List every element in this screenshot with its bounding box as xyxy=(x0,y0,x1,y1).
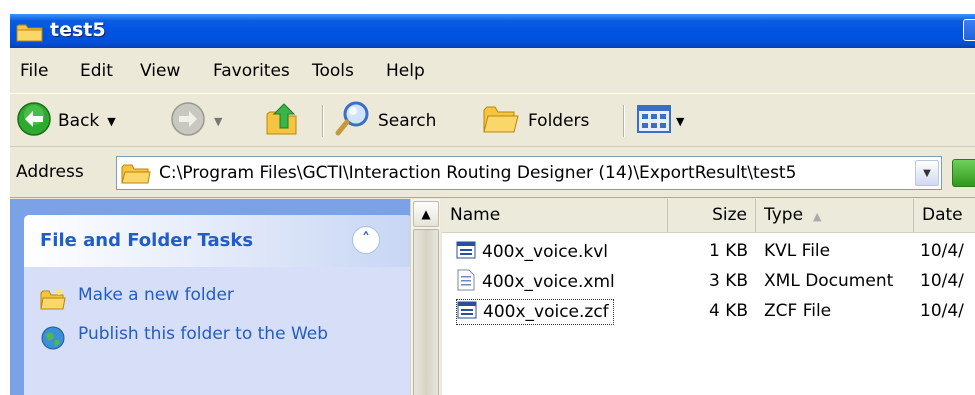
menu-file[interactable]: File xyxy=(20,61,48,81)
search-label: Search xyxy=(378,111,437,131)
xml-document-icon xyxy=(456,269,476,296)
file-name-cell[interactable]: 400x_voice.xml xyxy=(456,269,619,295)
list-item[interactable]: 400x_voice.xml 3 KB XML Document 10/4/ xyxy=(442,267,975,297)
back-button[interactable]: Back ▼ xyxy=(16,101,116,141)
address-label: Address xyxy=(16,162,84,182)
task-label: Publish this folder to the Web xyxy=(78,324,329,344)
search-button[interactable]: Search xyxy=(334,101,436,141)
sort-arrow-icon: ▲ xyxy=(813,210,822,223)
task-panel-title: File and Folder Tasks xyxy=(40,230,254,251)
menu-bar: File Edit View Favorites Tools Help xyxy=(10,48,975,94)
task-panel-header[interactable]: File and Folder Tasks ˄ xyxy=(24,215,410,267)
task-publish-to-web[interactable]: Publish this folder to the Web xyxy=(40,323,340,357)
task-pane-scrollbar[interactable]: ▲ xyxy=(410,199,440,395)
file-name-cell[interactable]: 400x_voice.zcf xyxy=(456,299,614,325)
window-title: test5 xyxy=(50,19,106,41)
task-panel: File and Folder Tasks ˄ Make a new folde… xyxy=(24,215,410,395)
new-folder-icon xyxy=(40,287,66,316)
file-size: 4 KB xyxy=(708,301,748,321)
file-size: 3 KB xyxy=(708,271,748,291)
file-name: 400x_voice.zcf xyxy=(483,302,609,322)
file-type: KVL File xyxy=(764,241,831,261)
minimize-button[interactable] xyxy=(963,19,975,41)
forward-arrow-icon xyxy=(170,101,206,142)
back-dropdown-icon[interactable]: ▼ xyxy=(107,115,115,128)
up-folder-icon xyxy=(264,100,304,143)
task-pane: File and Folder Tasks ˄ Make a new folde… xyxy=(10,199,410,395)
file-type: ZCF File xyxy=(764,301,832,321)
file-type: XML Document xyxy=(764,271,894,291)
back-arrow-icon xyxy=(16,101,52,142)
explorer-window: test5 File Edit View Favorites Tools Hel… xyxy=(10,14,975,395)
menu-tools[interactable]: Tools xyxy=(312,61,354,81)
publish-web-icon xyxy=(40,325,66,357)
file-name: 400x_voice.kvl xyxy=(482,242,609,262)
forward-button[interactable]: ▼ xyxy=(170,101,222,141)
menu-help[interactable]: Help xyxy=(386,61,425,81)
file-date: 10/4/ xyxy=(920,241,964,261)
address-input[interactable]: C:\Program Files\GCTI\Interaction Routin… xyxy=(116,156,942,190)
folders-label: Folders xyxy=(528,111,590,131)
address-bar: Address C:\Program Files\GCTI\Interactio… xyxy=(10,148,975,198)
go-button[interactable] xyxy=(952,159,975,187)
up-folder-button[interactable] xyxy=(264,101,304,141)
toolbar-separator xyxy=(322,105,324,137)
column-header-name[interactable]: Name xyxy=(442,199,668,232)
address-value: C:\Program Files\GCTI\Interaction Routin… xyxy=(159,163,797,183)
task-label: Make a new folder xyxy=(78,285,234,305)
menu-edit[interactable]: Edit xyxy=(80,61,113,81)
search-icon xyxy=(334,100,372,143)
forward-dropdown-icon[interactable]: ▼ xyxy=(214,115,222,128)
file-window-icon xyxy=(456,240,476,265)
file-date: 10/4/ xyxy=(920,301,964,321)
folder-icon xyxy=(16,21,44,48)
views-button[interactable]: ▼ xyxy=(636,101,684,141)
file-list: Name Size Type ▲ Date 400x_voice.kvl 1 KB… xyxy=(442,199,975,395)
toolbar-separator xyxy=(623,105,625,137)
file-date: 10/4/ xyxy=(920,271,964,291)
scroll-up-icon[interactable]: ▲ xyxy=(413,201,439,227)
back-label: Back xyxy=(58,111,100,131)
title-bar[interactable]: test5 xyxy=(10,14,975,48)
task-make-new-folder[interactable]: Make a new folder xyxy=(40,285,234,316)
folders-icon xyxy=(482,102,520,141)
menu-favorites[interactable]: Favorites xyxy=(213,61,290,81)
column-header-size[interactable]: Size xyxy=(668,199,756,232)
file-name-cell[interactable]: 400x_voice.kvl xyxy=(456,239,612,265)
toolbar: Back ▼ ▼ Search Folders ▼ xyxy=(10,95,975,147)
scroll-thumb[interactable] xyxy=(413,229,439,395)
column-type-label: Type xyxy=(764,205,804,225)
task-panel-body: Make a new folder Publish this folder to… xyxy=(24,267,410,395)
file-window-icon xyxy=(457,300,477,325)
folders-button[interactable]: Folders xyxy=(482,101,589,141)
list-header: Name Size Type ▲ Date xyxy=(442,199,975,233)
list-item[interactable]: 400x_voice.kvl 1 KB KVL File 10/4/ xyxy=(442,237,975,267)
file-size: 1 KB xyxy=(708,241,748,261)
views-dropdown-icon[interactable]: ▼ xyxy=(676,115,684,128)
views-icon xyxy=(636,104,672,139)
folder-icon xyxy=(121,162,151,191)
column-header-date[interactable]: Date xyxy=(914,199,975,232)
column-header-type[interactable]: Type ▲ xyxy=(756,199,914,232)
menu-view[interactable]: View xyxy=(140,61,180,81)
collapse-chevron-icon[interactable]: ˄ xyxy=(352,226,380,254)
address-dropdown-icon[interactable]: ▼ xyxy=(915,160,939,186)
list-item[interactable]: 400x_voice.zcf 4 KB ZCF File 10/4/ xyxy=(442,297,975,327)
file-name: 400x_voice.xml xyxy=(482,272,615,292)
